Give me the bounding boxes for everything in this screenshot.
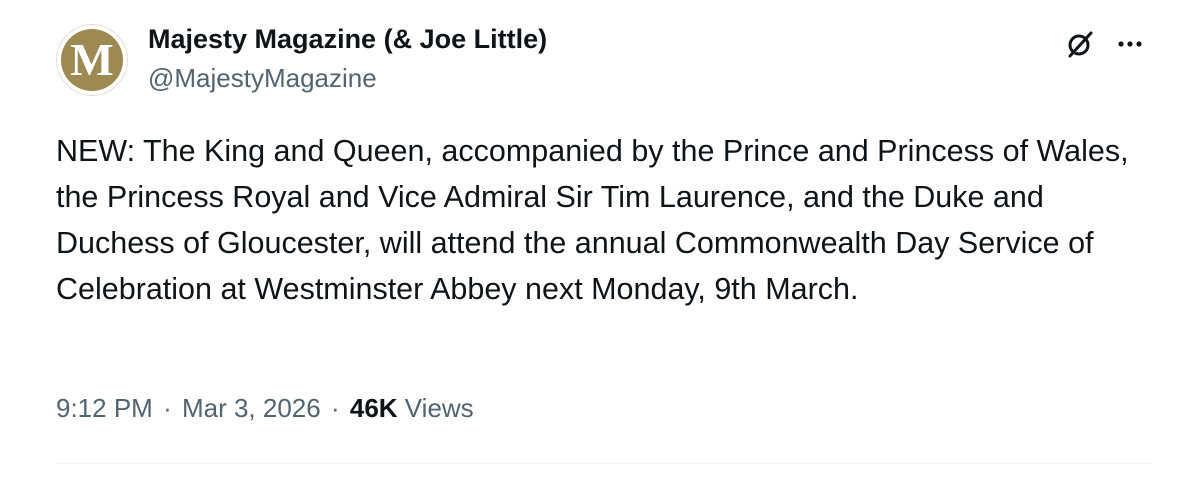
views-count: 46K: [349, 393, 398, 423]
author-name[interactable]: Majesty Magazine (& Joe Little): [148, 24, 547, 55]
separator: ·: [330, 393, 340, 423]
tweet-card: M Majesty Magazine (& Joe Little) @Majes…: [0, 0, 1200, 490]
tweet-meta: 9:12 PM · Mar 3, 2026 · 46K Views: [56, 393, 474, 424]
avatar[interactable]: M: [56, 24, 128, 96]
svg-text:M: M: [70, 34, 113, 85]
tweet-text: NEW: The King and Queen, accompanied by …: [56, 134, 1129, 306]
views-label: Views: [404, 393, 474, 423]
tweet-date[interactable]: Mar 3, 2026: [182, 393, 321, 423]
more-options-button[interactable]: [1108, 22, 1152, 66]
divider: [56, 463, 1152, 464]
author-handle[interactable]: @MajestyMagazine: [148, 63, 377, 94]
grok-icon: [1068, 31, 1093, 58]
separator: ·: [163, 393, 172, 423]
grok-button[interactable]: [1060, 24, 1100, 64]
more-icon: [1118, 41, 1142, 47]
tweet-time[interactable]: 9:12 PM: [56, 393, 153, 423]
majesty-logo-icon: M: [61, 29, 123, 91]
